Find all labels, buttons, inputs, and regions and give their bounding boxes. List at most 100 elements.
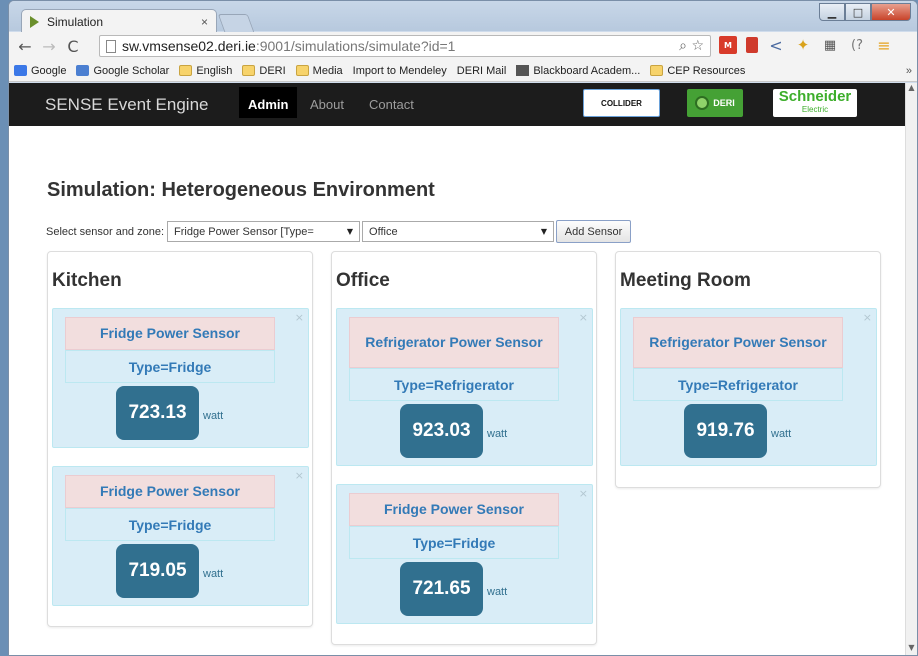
url-path: :9001/simulations/simulate?id=1 (255, 38, 456, 54)
close-icon[interactable]: × (579, 487, 588, 500)
forward-icon[interactable]: → (39, 37, 59, 56)
folder-icon (242, 65, 256, 76)
tab-title: Simulation (47, 14, 104, 29)
wand-icon[interactable]: ✦ (794, 36, 812, 54)
bookmarks-bar: Google Google Scholar English DERI Media… (9, 60, 917, 154)
sensor-card: × Refrigerator Power Sensor Type=Refrige… (336, 308, 593, 466)
sensor-name: Fridge Power Sensor (349, 493, 559, 526)
zoom-star-icons[interactable]: ⌕ ☆ (679, 38, 704, 54)
scholar-icon (76, 65, 90, 76)
folder-icon (295, 65, 309, 76)
grid-extension-icon[interactable]: ▦ (821, 36, 839, 54)
deri-dots-icon (695, 96, 710, 110)
help-extension-icon[interactable]: (? (848, 36, 866, 54)
collider-logo: COLLIDER (583, 89, 660, 117)
sensor-unit: watt (487, 428, 508, 440)
address-bar[interactable]: sw.vmsense02.deri.ie:9001/simulations/si… (99, 35, 711, 57)
zone-panel-meeting-room: Meeting Room × Refrigerator Power Sensor… (615, 251, 881, 488)
close-icon[interactable]: × (295, 469, 304, 482)
back-icon[interactable]: ← (15, 37, 35, 56)
sensor-name: Refrigerator Power Sensor (349, 317, 559, 368)
sensor-name: Refrigerator Power Sensor (633, 317, 843, 368)
sensor-unit: watt (203, 568, 224, 580)
sensor-reading: 719.05 (116, 544, 199, 598)
tab-close-icon[interactable]: × (201, 15, 208, 29)
nav-admin[interactable]: Admin (239, 87, 298, 118)
bookmark-cep[interactable]: CEP Resources (650, 65, 745, 77)
nav-about[interactable]: About (310, 97, 344, 112)
sensor-card: × Fridge Power Sensor Type=Fridge 719.05… (52, 466, 309, 606)
close-icon[interactable]: × (579, 311, 588, 324)
sensor-type: Type=Refrigerator (633, 368, 843, 401)
bookmark-extension-icon[interactable] (746, 37, 758, 53)
zone-select[interactable]: Office ▼ (362, 221, 555, 242)
sensor-select[interactable]: Fridge Power Sensor [Type= ▼ (167, 221, 361, 242)
page-content: SENSE Event Engine Admin About Contact C… (9, 83, 907, 655)
window-controls: ▁ □ ✕ (819, 3, 911, 21)
minimize-icon[interactable]: ▁ (819, 3, 845, 21)
scroll-up-icon[interactable]: ▲ (906, 83, 917, 97)
gmail-extension-icon[interactable]: M (719, 36, 737, 54)
bookmark-google[interactable]: Google (14, 65, 66, 77)
sensor-type: Type=Fridge (65, 508, 275, 541)
page-scrollbar[interactable]: ▲ ▼ (905, 83, 917, 655)
share-icon[interactable]: < (767, 36, 785, 55)
sensor-type: Type=Fridge (65, 350, 275, 383)
bookmark-mendeley[interactable]: Import to Mendeley (9, 65, 447, 154)
chevron-down-icon: ▼ (540, 227, 548, 236)
scroll-down-icon[interactable]: ▼ (906, 643, 917, 655)
sensor-reading: 723.13 (116, 386, 199, 440)
bookmark-media[interactable]: Media (295, 65, 343, 77)
maximize-icon[interactable]: □ (845, 3, 871, 21)
zone-panel-office: Office × Refrigerator Power Sensor Type=… (331, 251, 597, 645)
select-label: Select sensor and zone: (46, 225, 165, 238)
sensor-reading: 721.65 (400, 562, 483, 616)
chevron-down-icon: ▼ (346, 227, 354, 236)
extension-icons: M < ✦ ▦ (? ≡ (719, 36, 893, 55)
sensor-unit: watt (771, 428, 792, 440)
bookmark-blackboard[interactable]: Blackboard Academ... (516, 65, 640, 77)
page-title: Simulation: Heterogeneous Environment (47, 179, 435, 201)
site-navbar: SENSE Event Engine Admin About Contact C… (9, 83, 907, 126)
deri-logo: DERI (687, 89, 743, 117)
menu-icon[interactable]: ≡ (875, 36, 893, 55)
zone-title: Office (336, 270, 390, 291)
sensor-reading: 923.03 (400, 404, 483, 458)
browser-tab[interactable]: Simulation × (21, 9, 217, 33)
browser-toolbar: ← → C sw.vmsense02.deri.ie:9001/simulati… (9, 32, 917, 60)
zone-panel-kitchen: Kitchen × Fridge Power Sensor Type=Fridg… (47, 251, 313, 627)
bookmark-deri-mail[interactable]: DERI Mail (9, 65, 506, 154)
url-host: sw.vmsense02.deri.ie (122, 38, 256, 54)
bookmarks-more-icon[interactable]: » (906, 65, 912, 77)
sensor-zone-form: Select sensor and zone: Fridge Power Sen… (46, 220, 632, 243)
bookmark-english[interactable]: English (179, 65, 232, 77)
sensor-card: × Fridge Power Sensor Type=Fridge 721.65… (336, 484, 593, 624)
close-icon[interactable]: × (863, 311, 872, 324)
zone-title: Kitchen (52, 270, 122, 291)
close-icon[interactable]: × (295, 311, 304, 324)
tab-favicon-icon (30, 15, 39, 28)
sensor-name: Fridge Power Sensor (65, 475, 275, 508)
zone-title: Meeting Room (620, 270, 751, 291)
sensor-card: × Fridge Power Sensor Type=Fridge 723.13… (52, 308, 309, 448)
sensor-unit: watt (203, 410, 224, 422)
sensor-unit: watt (487, 586, 508, 598)
new-tab-button[interactable] (217, 14, 255, 32)
close-window-icon[interactable]: ✕ (871, 3, 911, 21)
schneider-logo: Schneider Electric (773, 89, 857, 117)
page-icon (106, 39, 116, 53)
sensor-type: Type=Fridge (349, 526, 559, 559)
site-brand[interactable]: SENSE Event Engine (45, 95, 208, 115)
sensor-type: Type=Refrigerator (349, 368, 559, 401)
reload-icon[interactable]: C (63, 37, 83, 56)
sensor-reading: 919.76 (684, 404, 767, 458)
add-sensor-button[interactable]: Add Sensor (556, 220, 632, 243)
nav-contact[interactable]: Contact (369, 97, 414, 112)
bookmark-deri[interactable]: DERI (242, 65, 286, 77)
sensor-card: × Refrigerator Power Sensor Type=Refrige… (620, 308, 877, 466)
browser-window: ▁ □ ✕ Simulation × ← → C sw.vmsense02.de… (8, 0, 918, 656)
folder-icon (179, 65, 193, 76)
blackboard-icon (516, 65, 530, 76)
folder-icon (650, 65, 664, 76)
bookmark-scholar[interactable]: Google Scholar (76, 65, 169, 77)
